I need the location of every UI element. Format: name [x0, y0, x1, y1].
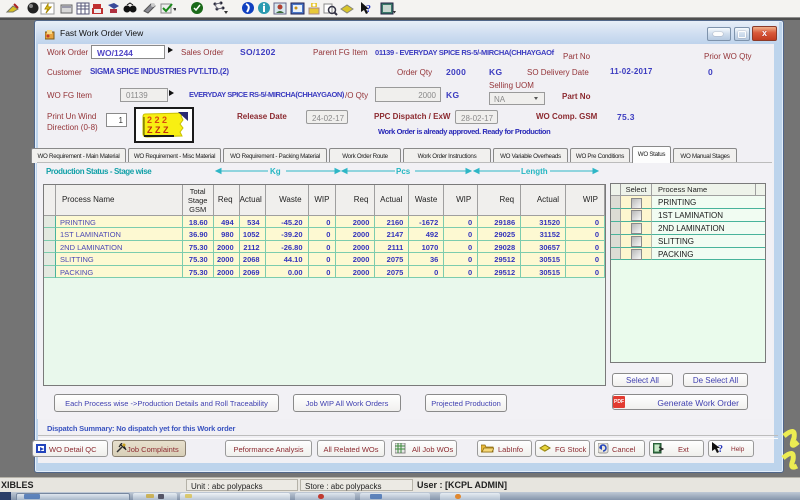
svg-text:?: ? — [366, 4, 371, 15]
svg-text:?: ? — [718, 444, 723, 454]
svg-text:Pcs: Pcs — [396, 167, 411, 176]
svg-text:Length: Length — [521, 167, 548, 176]
svg-text:Kg: Kg — [270, 167, 281, 176]
svg-text:2 2 2: 2 2 2 — [147, 115, 167, 125]
svg-text:Z Z Z: Z Z Z — [147, 125, 169, 135]
